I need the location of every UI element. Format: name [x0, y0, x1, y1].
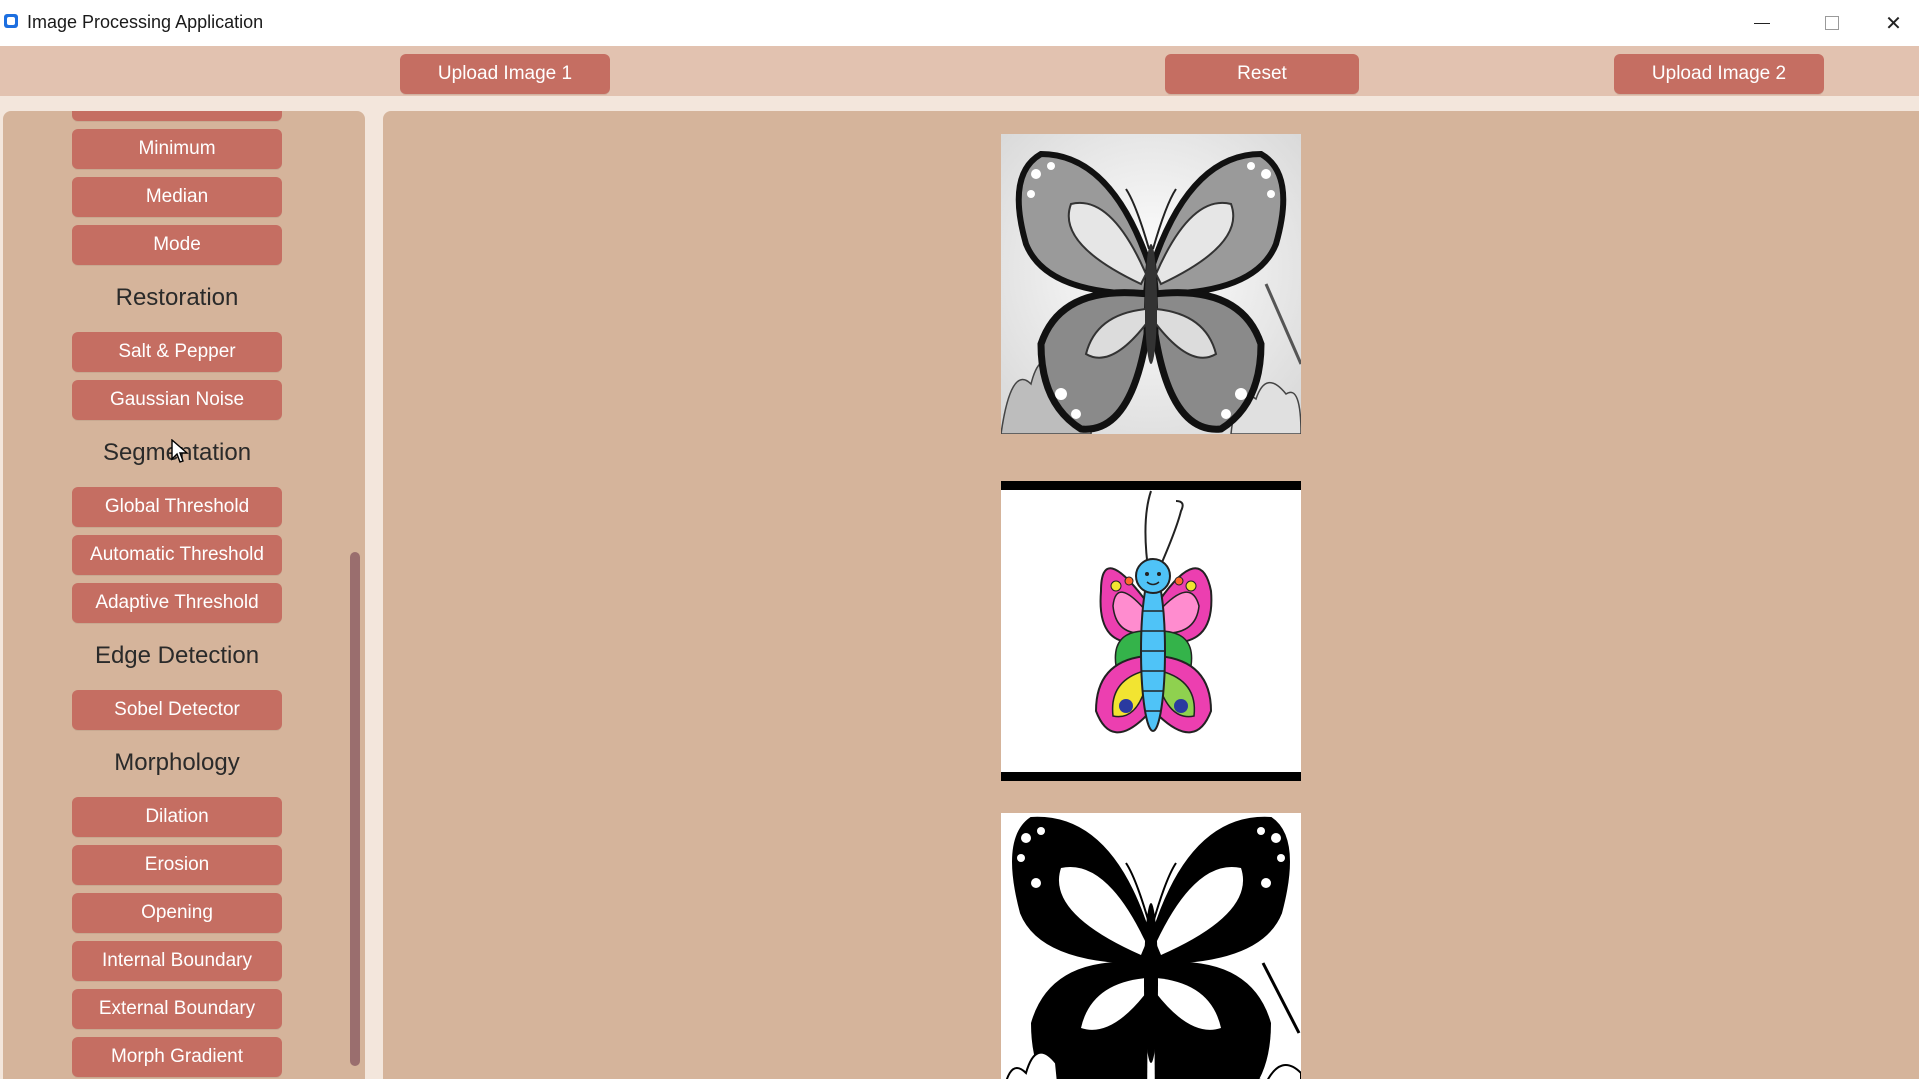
filter-button-partial[interactable]: [72, 111, 282, 121]
sidebar-scrollbar[interactable]: [350, 552, 360, 1066]
binary-butterfly-image: [1001, 813, 1301, 1079]
restoration-heading: Restoration: [115, 284, 239, 311]
salt-pepper-button[interactable]: Salt & Pepper: [72, 332, 282, 372]
mode-button[interactable]: Mode: [72, 225, 282, 265]
minimum-button[interactable]: Minimum: [72, 129, 282, 169]
automatic-threshold-button[interactable]: Automatic Threshold: [72, 535, 282, 575]
toolbar: Upload Image 1 Reset Upload Image 2: [0, 46, 1919, 96]
adaptive-threshold-button[interactable]: Adaptive Threshold: [72, 583, 282, 623]
mouse-cursor-icon: [171, 438, 189, 470]
upload-image-1-button[interactable]: Upload Image 1: [400, 54, 610, 94]
minimize-button[interactable]: [1727, 0, 1797, 46]
erosion-button[interactable]: Erosion: [72, 845, 282, 885]
upload-image-2-button[interactable]: Upload Image 2: [1614, 54, 1824, 94]
close-icon: ✕: [1885, 11, 1902, 35]
morphology-heading: Morphology: [114, 749, 240, 776]
internal-boundary-button[interactable]: Internal Boundary: [72, 941, 282, 981]
gaussian-noise-button[interactable]: Gaussian Noise: [72, 380, 282, 420]
maximize-icon: [1825, 16, 1839, 30]
app-icon: [4, 14, 18, 28]
sobel-detector-button[interactable]: Sobel Detector: [72, 690, 282, 730]
median-button[interactable]: Median: [72, 177, 282, 217]
image-display-area: [383, 111, 1919, 1079]
reset-button[interactable]: Reset: [1165, 54, 1359, 94]
morph-gradient-button[interactable]: Morph Gradient: [72, 1037, 282, 1077]
window-title: Image Processing Application: [27, 12, 264, 32]
title-bar: Image Processing Application ✕: [0, 0, 1919, 47]
minimize-icon: [1754, 22, 1770, 24]
edge-detection-heading: Edge Detection: [94, 642, 260, 669]
dilation-button[interactable]: Dilation: [72, 797, 282, 837]
close-button[interactable]: ✕: [1868, 0, 1919, 46]
opening-button[interactable]: Opening: [72, 893, 282, 933]
global-threshold-button[interactable]: Global Threshold: [72, 487, 282, 527]
maximize-button[interactable]: [1797, 0, 1867, 46]
external-boundary-button[interactable]: External Boundary: [72, 989, 282, 1029]
grayscale-butterfly-image: [1001, 134, 1301, 434]
colored-butterfly-image: [1001, 481, 1301, 781]
filters-sidebar: Minimum Median Mode Restoration Salt & P…: [3, 111, 365, 1079]
